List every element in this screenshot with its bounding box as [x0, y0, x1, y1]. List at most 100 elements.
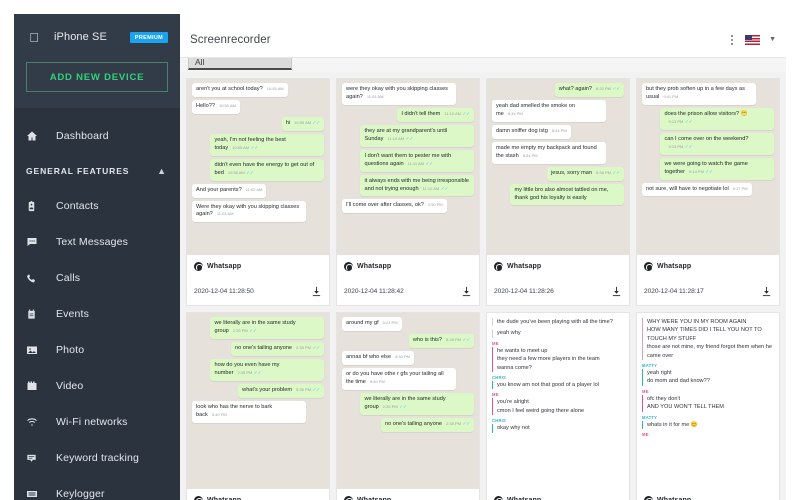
whatsapp-conversation: were they okay with you skipping classes… [337, 79, 479, 255]
sidebar-item-photo[interactable]: Photo [14, 332, 180, 368]
whatsapp-icon [494, 262, 503, 271]
chat-timestamp: 2:35 PM [446, 420, 461, 426]
recording-card[interactable]: were they okay with you skipping classes… [336, 78, 480, 306]
chat-timestamp: 10:50 AM [218, 102, 236, 108]
sidebar-item-text-messages[interactable]: Text Messages [14, 224, 180, 260]
download-icon[interactable] [611, 286, 622, 297]
chat-bubble: what's your problem 5:36 PM ✓✓ [238, 383, 324, 398]
chat-timestamp: 8:34 PM [551, 127, 567, 133]
recording-card[interactable]: the dude you've been playing with all th… [486, 312, 630, 500]
app-label-row: Whatsapp [344, 496, 472, 500]
read-receipt-icon: ✓✓ [705, 168, 713, 174]
chat-bubble-text: made me empty my backpack and found the … [496, 144, 597, 159]
chat-bubble: or do you have othe r gfs your tailing a… [342, 367, 456, 390]
message-line: cmon I feel weird going there alone [492, 406, 624, 416]
chat-timestamp: 2:35 PM [382, 403, 398, 409]
sidebar-item-dashboard[interactable]: Dashboard [14, 118, 180, 154]
recording-thumbnail: we literally are in the same study group… [187, 313, 329, 489]
chat-timestamp: 8:34 PM [522, 152, 538, 158]
read-receipt-icon: ✓✓ [684, 143, 693, 149]
message-line: you know am not that good of a player lo… [492, 380, 624, 390]
read-receipt-icon: ✓✓ [312, 344, 320, 350]
chat-bubble: I didn't tell them 11:10 AM ✓✓ [397, 107, 474, 122]
recording-card[interactable]: around my gf 5:23 PM who is this? 5:28 PM ✓✓… [336, 312, 480, 500]
sidebar-item-label: Keylogger [56, 488, 105, 500]
sidebar-item-label: Contacts [56, 200, 99, 212]
add-new-device-button[interactable]: ADD NEW DEVICE [26, 62, 168, 92]
sidebar-item-video[interactable]: Video [14, 368, 180, 404]
tab-all[interactable]: All [188, 58, 292, 70]
read-receipt-icon: ✓✓ [612, 86, 620, 91]
chat-bubble: does the prison allow visitors? 😬9:13 PM… [660, 107, 774, 130]
whatsapp-icon [344, 262, 353, 271]
read-receipt-icon: ✓✓ [425, 160, 434, 166]
app-name: Whatsapp [657, 263, 692, 270]
chat-bubble: no one's tailing anyone 2:35 PM ✓✓ [380, 417, 474, 432]
messenger-conversation: the dude you've been playing with all th… [487, 313, 629, 489]
app-label-row: Whatsapp [494, 262, 622, 271]
chat-timestamp: 5:36 PM [296, 386, 311, 392]
more-options-icon[interactable] [728, 33, 736, 47]
message-group: CHRIS okay why not [492, 418, 624, 433]
sidebar-item-contacts[interactable]: Contacts [14, 188, 180, 224]
chat-timestamp: 11:03 AM [216, 211, 234, 217]
recording-card[interactable]: but they prob soften up in a few days as… [636, 78, 780, 306]
whatsapp-icon [644, 262, 653, 271]
whatsapp-icon [344, 496, 353, 500]
header-actions: ▼ [728, 33, 786, 47]
chat-timestamp: 10:56 AM [227, 169, 245, 175]
sidebar-nav: Dashboard GENERAL FEATURES ▲ Contacts Te… [14, 108, 180, 500]
download-icon[interactable] [311, 286, 322, 297]
sidebar-section-general-features[interactable]: GENERAL FEATURES ▲ [14, 154, 180, 188]
message-group: yeah why [492, 329, 624, 338]
recording-card[interactable]: we literally are in the same study group… [186, 312, 330, 500]
download-icon[interactable] [461, 286, 472, 297]
recording-card[interactable]: what? again? 8:32 PM ✓✓ yeah dad smelled th… [486, 78, 630, 306]
message-line: those are not mine, my friend forgot the… [642, 343, 774, 360]
message-group: ME ofc they don't AND YOU WON'T TELL THEM [642, 389, 774, 412]
read-receipt-icon: ✓✓ [312, 119, 320, 125]
chat-timestamp: 11:10 AM [387, 135, 405, 141]
chat-timestamp: 11:03 AM [366, 93, 384, 99]
sidebar-item-label: Photo [56, 344, 85, 356]
chat-bubble-text: And your parents? [196, 186, 242, 193]
recording-card[interactable]: WHY WERE YOU IN MY ROOM AGAIN HOW MANY TI… [636, 312, 780, 500]
recording-card[interactable]: aren't you at school today? 10:55 AM Hello… [186, 78, 330, 306]
message-line: whats in it for me 😊 [642, 420, 774, 429]
current-device[interactable]:  iPhone SE PREMIUM [26, 26, 168, 48]
messenger-conversation: WHY WERE YOU IN MY ROOM AGAIN HOW MANY TI… [637, 313, 779, 489]
keyword-icon [26, 453, 44, 464]
chat-bubble: what? again? 8:32 PM ✓✓ [554, 83, 624, 97]
chat-timestamp: 8:32 PM [596, 86, 611, 91]
chat-bubble: made me empty my backpack and found the … [492, 141, 606, 164]
message-author: ME [642, 431, 649, 437]
sidebar-item-events[interactable]: Events [14, 296, 180, 332]
message-line: wanna come? [492, 363, 624, 372]
chevron-down-icon[interactable]: ▼ [769, 36, 776, 43]
message-author: CHRIS [492, 374, 507, 380]
message-author: MATTY [642, 362, 658, 368]
chat-timestamp: 9:13 PM [668, 118, 684, 124]
sidebar-item-keylogger[interactable]: Keylogger [14, 476, 180, 500]
sidebar-section-label: GENERAL FEATURES [26, 166, 130, 176]
sidebar-item-wifi-networks[interactable]: Wi-Fi networks [14, 404, 180, 440]
chat-bubble: but they prob soften up in a few days as… [642, 83, 756, 105]
us-flag-icon[interactable] [745, 34, 761, 45]
sidebar-item-calls[interactable]: Calls [14, 260, 180, 296]
app-name: Whatsapp [207, 263, 242, 270]
card-footer: Whatsapp 2020-12-04 11:28:17 [637, 255, 779, 305]
card-meta-row: 2020-12-04 11:28:42 [344, 286, 472, 305]
sidebar-item-keyword-tracking[interactable]: Keyword tracking [14, 440, 180, 476]
calendar-icon [26, 308, 44, 320]
card-footer: Whatsapp 2020-12-04 11:28:42 [337, 255, 479, 305]
message-author: CHRIS [492, 418, 507, 424]
app-root:  iPhone SE PREMIUM ADD NEW DEVICE Dashb… [0, 0, 800, 500]
chat-bubble: yeah, I'm not feeling the best today 10:5… [210, 133, 324, 156]
chat-timestamp: 5:50 PM [369, 378, 385, 384]
read-receipt-icon: ✓✓ [405, 135, 414, 141]
chat-timestamp: 5:23 PM [382, 320, 398, 325]
chat-bubble-text: not sure, will have to negotiate lol [646, 185, 729, 192]
download-icon[interactable] [761, 286, 772, 297]
chat-bubble-text: around my gf [346, 320, 379, 326]
home-icon [26, 130, 44, 142]
